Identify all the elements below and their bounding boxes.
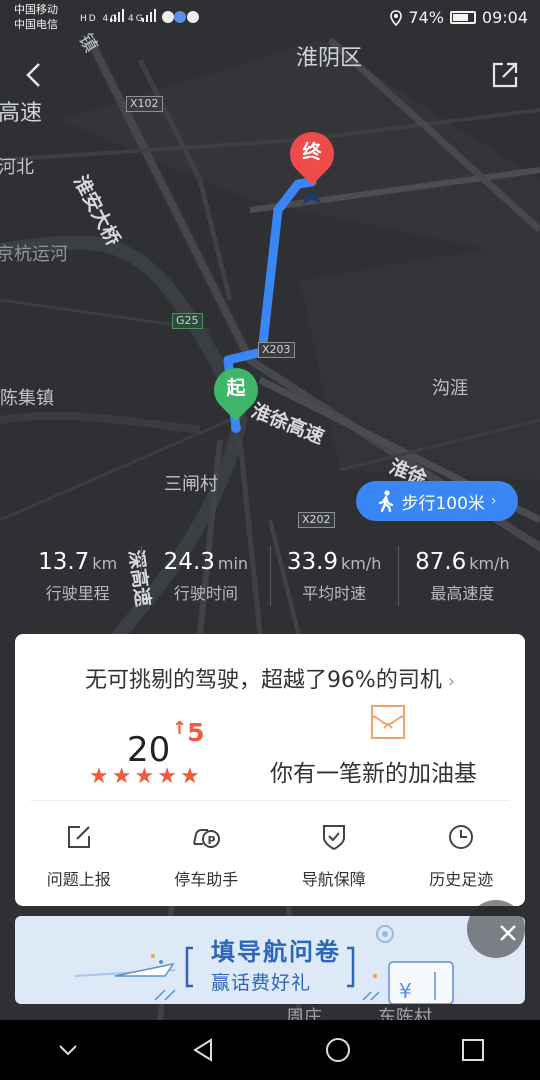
tool-history[interactable]: 历史足迹	[398, 822, 526, 890]
svg-text:¥: ¥	[399, 979, 412, 1003]
chevron-left-icon	[26, 63, 40, 87]
parking-icon: P	[193, 829, 221, 848]
stat-value: 33.9 km/h	[286, 549, 382, 575]
driving-report-card: 无可挑剔的驾驶，超越了96%的司机 › 20 ↑5 ★★★★★ 你有一笔新的加油基…	[15, 634, 525, 906]
star-icon: ★	[89, 764, 112, 789]
stat-label: 平均时速	[302, 584, 367, 603]
map-label-district: 淮阴区	[296, 46, 363, 71]
map-label-gaosu: 高速	[0, 101, 43, 126]
stat-unit: km	[92, 554, 118, 573]
start-pin[interactable]: 起	[204, 358, 268, 422]
stat-unit: min	[217, 554, 249, 573]
road-badge-g25: G25	[172, 313, 203, 329]
stat-label: 最高速度	[430, 584, 495, 603]
square-recents-icon	[461, 1039, 484, 1061]
map-label-hebei: 河北	[0, 157, 34, 178]
carrier-2: 中国电信	[14, 18, 58, 31]
triangle-back-icon	[192, 1038, 212, 1062]
survey-banner[interactable]: ¥ 填导航问卷 赢话费好礼	[15, 916, 525, 1004]
star-icon: ★	[134, 764, 158, 789]
nav-recents-button[interactable]	[443, 1020, 503, 1080]
clock-icon	[449, 825, 474, 849]
edit-icon	[67, 826, 90, 848]
stat-unit: km/h	[341, 554, 382, 573]
trip-stats: 13.7 km 行驶里程 24.3 min 行驶时间 33.9 km/h 平均时速 87.6 km/…	[14, 546, 526, 606]
stat-value: 13.7 km	[38, 549, 118, 575]
chevron-right-icon: ›	[447, 671, 456, 692]
end-pin[interactable]: 终	[280, 122, 344, 186]
close-icon	[500, 925, 516, 941]
fuel-coupon-icon	[371, 705, 405, 739]
map-label-gouya: 沟涯	[432, 378, 468, 399]
walking-person-icon	[379, 490, 394, 512]
chevron-down-icon	[58, 1045, 77, 1056]
nav-collapse-button[interactable]	[38, 1020, 98, 1080]
stat-value: 24.3 min	[163, 549, 249, 575]
map-label-grand-canal: 京杭运河	[0, 244, 68, 265]
svg-text:HD 4G: HD 4G	[80, 14, 119, 24]
star-icon: ★	[179, 764, 203, 789]
clock: 09:04	[481, 8, 528, 27]
walk-distance-button[interactable]: 步行100米 ›	[356, 481, 518, 521]
tool-label: 历史足迹	[429, 870, 494, 889]
battery-icon	[449, 11, 476, 24]
stat-item: 24.3 min 行驶时间	[141, 546, 269, 606]
back-button[interactable]	[16, 58, 50, 92]
stat-item: 87.6 km/h 最高速度	[397, 546, 526, 606]
stat-value: 87.6 km/h	[415, 549, 510, 575]
road-badge-x102: X102	[126, 96, 163, 112]
map-label-chenji: 陈集镇	[0, 388, 54, 409]
banner-title: 填导航问卷	[211, 938, 341, 966]
tool-parking-assistant[interactable]: P 停车助手	[143, 822, 271, 890]
nav-back-button[interactable]	[173, 1020, 233, 1080]
driving-rating-link[interactable]: 无可挑剔的驾驶，超越了96%的司机 ›	[15, 662, 525, 694]
status-bar: 中国移动 中国电信 HD 4G 4G 74% 09:04	[0, 0, 540, 36]
shield-check-icon	[322, 825, 345, 851]
system-nav-bar	[0, 1020, 540, 1080]
circle-home-icon	[325, 1038, 350, 1062]
stat-unit: km/h	[469, 554, 510, 573]
fuel-promo-text[interactable]: 你有一笔新的加油基	[270, 754, 477, 788]
battery-percent: 74%	[408, 8, 444, 27]
arrow-up-icon: ↑	[172, 718, 188, 739]
stat-label: 行驶时间	[173, 584, 238, 603]
tool-row: 问题上报 P 停车助手 导航保障 历史足迹	[15, 822, 525, 890]
banner-subtitle: 赢话费好礼	[211, 972, 312, 994]
stat-item: 33.9 km/h 平均时速	[269, 546, 398, 606]
tool-label: 停车助手	[174, 870, 239, 889]
tool-report-issue[interactable]: 问题上报	[15, 822, 143, 890]
driving-rating-text: 无可挑剔的驾驶，超越了96%的司机	[84, 668, 442, 693]
divider	[30, 800, 510, 801]
banner-close-button[interactable]	[467, 900, 525, 958]
score-increase: ↑5	[172, 718, 205, 747]
nav-home-button[interactable]	[308, 1020, 368, 1080]
share-icon	[492, 62, 518, 88]
tool-label: 导航保障	[301, 870, 366, 889]
carrier-1: 中国移动	[14, 3, 58, 16]
star-icon: ★	[157, 764, 180, 789]
stat-item: 13.7 km 行驶里程	[14, 546, 141, 606]
road-badge-x202: X202	[298, 512, 335, 528]
tool-label: 问题上报	[46, 870, 111, 889]
share-button[interactable]	[488, 58, 522, 92]
location-icon	[390, 9, 403, 26]
star-rating: ★★★★★	[89, 764, 203, 789]
signal-icons: HD 4G 4G	[80, 9, 200, 28]
walk-distance-label: 步行100米	[401, 493, 485, 514]
svg-text:P: P	[208, 834, 216, 847]
tool-navigation-protection[interactable]: 导航保障	[270, 822, 398, 890]
chevron-right-icon: ›	[490, 493, 497, 509]
map-label-sanzha: 三闸村	[164, 474, 218, 495]
road-badge-x203: X203	[258, 342, 295, 358]
stat-label: 行驶里程	[45, 584, 110, 603]
star-icon: ★	[111, 764, 135, 789]
